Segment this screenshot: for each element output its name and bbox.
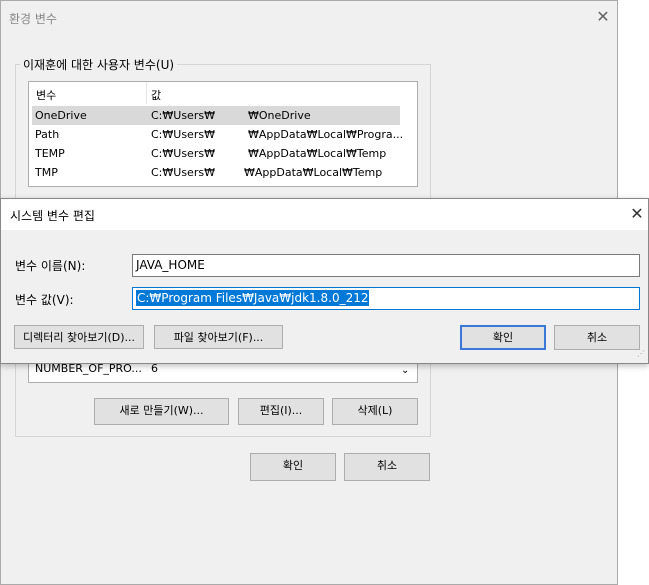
- edit-button[interactable]: 편집(I)...: [238, 398, 324, 425]
- list-item[interactable]: TMP C:₩Users₩ ₩AppData₩Local₩Temp: [32, 163, 400, 182]
- var-name: TMP: [35, 166, 58, 179]
- variable-name-label: 변수 이름(N):: [15, 259, 86, 273]
- var-value-prefix: C:₩Users₩: [151, 128, 215, 141]
- dialog-ok-button[interactable]: 확인: [460, 325, 546, 350]
- var-value-prefix: C:₩Users₩: [151, 166, 215, 179]
- close-icon[interactable]: ✕: [627, 204, 647, 224]
- resize-grip-icon[interactable]: ⋰: [637, 349, 645, 358]
- selected-value-text: C:₩Program Files₩Java₩jdk1.8.0_212: [136, 290, 370, 306]
- var-value-suffix: ₩AppData₩Local₩Temp: [244, 166, 383, 179]
- user-variables-label: 이재훈에 대한 사용자 변수(U): [20, 56, 178, 73]
- delete-button[interactable]: 삭제(L): [332, 398, 418, 425]
- dialog-title: 시스템 변수 편집: [10, 209, 95, 223]
- env-cancel-button[interactable]: 취소: [344, 453, 430, 481]
- user-variables-list[interactable]: 변수 값 OneDrive C:₩Users₩ ₩OneDrive Path C…: [28, 81, 418, 187]
- browse-file-button[interactable]: 파일 찾아보기(F)...: [154, 325, 283, 349]
- var-name: OneDrive: [35, 109, 87, 122]
- var-name: TEMP: [35, 147, 65, 160]
- list-item[interactable]: Path C:₩Users₩ ₩AppData₩Local₩Progra...: [32, 125, 404, 144]
- var-value-prefix: C:₩Users₩: [151, 109, 215, 122]
- chevron-down-icon[interactable]: ⌄: [401, 365, 409, 376]
- column-header-variable[interactable]: 변수: [36, 87, 56, 103]
- variable-name-input[interactable]: JAVA_HOME: [132, 254, 640, 277]
- var-value-suffix: ₩OneDrive: [248, 109, 311, 122]
- variable-value-label: 변수 값(V):: [15, 293, 74, 307]
- column-header-value[interactable]: 값: [151, 87, 161, 103]
- list-item[interactable]: OneDrive C:₩Users₩ ₩OneDrive: [32, 106, 400, 125]
- var-value-suffix: ₩AppData₩Local₩Temp: [248, 147, 387, 160]
- browse-directory-button[interactable]: 디렉터리 찾아보기(D)...: [14, 325, 144, 349]
- list-item[interactable]: TEMP C:₩Users₩ ₩AppData₩Local₩Temp: [32, 144, 400, 163]
- list-header: 변수 값: [29, 82, 417, 104]
- close-icon[interactable]: ✕: [593, 7, 613, 27]
- dialog-cancel-button[interactable]: 취소: [554, 325, 640, 350]
- column-divider: [146, 82, 147, 104]
- var-value-prefix: C:₩Users₩: [151, 147, 215, 160]
- dialog-titlebar: 시스템 변수 편집 ✕: [1, 199, 648, 230]
- new-button[interactable]: 새로 만들기(W)...: [94, 398, 229, 425]
- var-name: Path: [35, 128, 60, 141]
- variable-value-input[interactable]: C:₩Program Files₩Java₩jdk1.8.0_212: [132, 287, 640, 310]
- env-ok-button[interactable]: 확인: [250, 453, 336, 481]
- edit-system-variable-dialog: 시스템 변수 편집 ✕ 변수 이름(N): JAVA_HOME 변수 값(V):…: [0, 198, 649, 364]
- window-title: 환경 변수: [9, 12, 57, 26]
- var-value-suffix: ₩AppData₩Local₩Progra...: [248, 128, 404, 141]
